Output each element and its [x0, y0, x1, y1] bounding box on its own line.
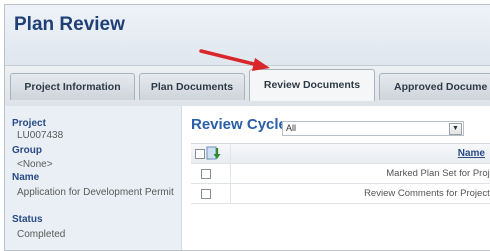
name-column-header[interactable]: Name [458, 148, 485, 159]
tab-bar: Project Information Plan Documents Revie… [5, 65, 490, 106]
project-sidebar: Project LU007438 Group <None> Name Appli… [5, 106, 182, 250]
tab-plan-documents[interactable]: Plan Documents [139, 73, 245, 100]
name-label: Name [12, 172, 40, 183]
group-value: <None> [17, 159, 53, 170]
tab-project-information[interactable]: Project Information [10, 73, 135, 100]
download-icon[interactable] [206, 146, 222, 161]
table-row[interactable]: Review Comments for Project I [191, 184, 490, 204]
document-name[interactable]: Review Comments for Project I [364, 188, 490, 199]
status-value: Completed [17, 229, 66, 240]
document-name[interactable]: Marked Plan Set for Proje [386, 168, 490, 179]
review-cycle-selected-value: All [286, 123, 297, 133]
group-label: Group [12, 145, 42, 156]
plan-review-panel: Plan Review Project Information Plan Doc… [4, 4, 490, 251]
review-documents-panel: Review Cycle All ▼ Name Marked Plan Set … [182, 106, 490, 250]
column-divider [230, 164, 231, 183]
review-cycle-title: Review Cycle [191, 116, 287, 133]
table-row[interactable]: Marked Plan Set for Proje [191, 164, 490, 184]
name-value: Application for Development Permit [17, 187, 174, 198]
project-value: LU007438 [17, 130, 64, 141]
select-all-checkbox[interactable] [195, 149, 205, 159]
tab-approved-documents[interactable]: Approved Docume [379, 73, 490, 100]
documents-grid: Name Marked Plan Set for Proje Review Co… [191, 143, 490, 204]
page-title: Plan Review [14, 14, 125, 35]
review-cycle-select[interactable]: All ▼ [282, 121, 464, 136]
status-label: Status [12, 214, 43, 225]
column-divider [230, 184, 231, 203]
tab-review-documents[interactable]: Review Documents [249, 69, 375, 101]
column-divider [230, 144, 231, 163]
row-checkbox[interactable] [201, 169, 211, 179]
chevron-down-icon[interactable]: ▼ [449, 123, 462, 135]
project-label: Project [12, 118, 46, 129]
header: Plan Review [5, 5, 490, 65]
grid-header-row: Name [191, 143, 490, 164]
row-checkbox[interactable] [201, 189, 211, 199]
